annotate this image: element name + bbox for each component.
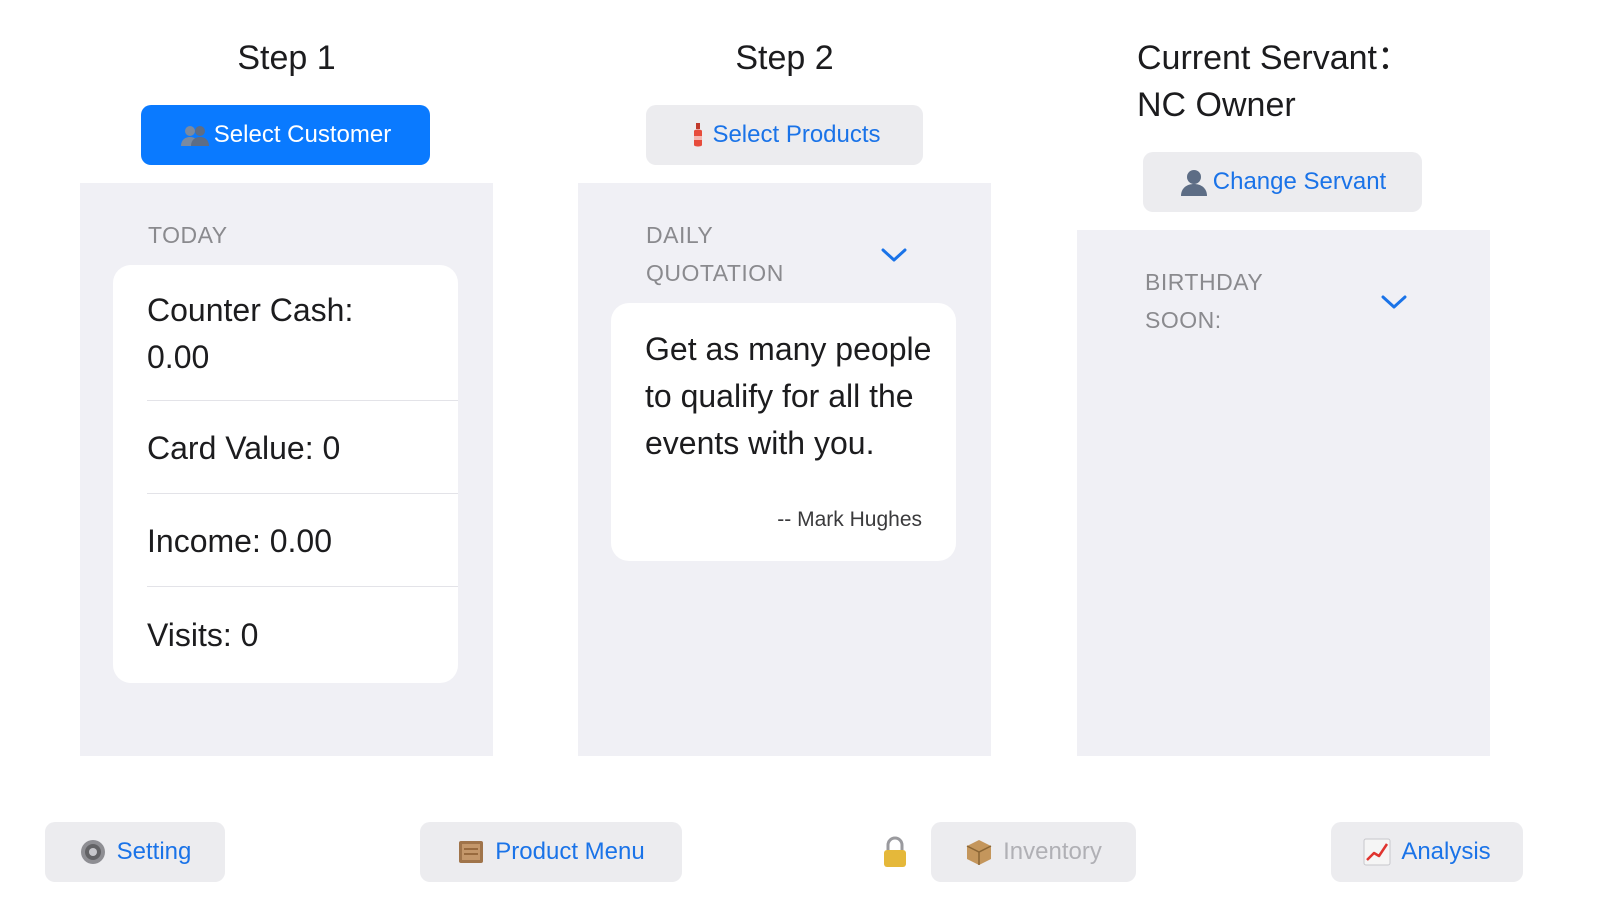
today-card: Counter Cash: 0.00 Card Value: 0 Income:…	[113, 265, 458, 683]
birthday-soon-label: BIRTHDAY SOON:	[1145, 269, 1263, 333]
product-menu-button[interactable]: Product Menu	[420, 822, 682, 882]
people-icon	[180, 123, 210, 147]
select-products-label: Select Products	[712, 121, 881, 148]
card-value-row: Card Value: 0	[147, 430, 341, 466]
divider	[147, 400, 458, 401]
step1-column: Step 1 Select Customer TODAY Counter Cas…	[80, 0, 493, 760]
bottle-icon	[688, 122, 708, 148]
step1-title: Step 1	[237, 39, 336, 77]
change-servant-label: Change Servant	[1212, 168, 1387, 195]
today-panel: TODAY Counter Cash: 0.00 Card Value: 0 I…	[80, 183, 493, 756]
counter-cash-row: Counter Cash: 0.00	[147, 292, 354, 375]
income-row: Income: 0.00	[147, 523, 332, 559]
select-products-button[interactable]: Select Products	[646, 105, 923, 165]
setting-label: Setting	[116, 838, 192, 865]
setting-button[interactable]: Setting	[45, 822, 225, 882]
change-servant-button[interactable]: Change Servant	[1143, 152, 1422, 212]
inventory-button[interactable]: Inventory	[931, 822, 1136, 882]
servant-column: Current Servant：NC Owner Change Servant …	[1077, 0, 1490, 760]
select-customer-button[interactable]: Select Customer	[141, 105, 430, 165]
step2-column: Step 2 Select Products DAILY QUOTATION G…	[578, 0, 991, 760]
analysis-label: Analysis	[1401, 838, 1491, 865]
person-icon	[1179, 167, 1209, 197]
select-customer-label: Select Customer	[213, 121, 392, 148]
chevron-down-icon[interactable]	[1380, 292, 1408, 312]
daily-quotation-label: DAILY QUOTATION	[646, 222, 784, 286]
inventory-label: Inventory	[1003, 838, 1102, 865]
current-servant-title: Current Servant：NC Owner	[1137, 39, 1411, 124]
quote-author: -- Mark Hughes	[777, 508, 922, 531]
quote-card: Get as many people to qualify for all th…	[611, 303, 956, 561]
birthday-panel: BIRTHDAY SOON:	[1077, 230, 1490, 756]
analysis-button[interactable]: Analysis	[1331, 822, 1523, 882]
step2-title: Step 2	[735, 39, 834, 77]
chart-icon	[1363, 838, 1391, 866]
divider	[147, 586, 458, 587]
product-menu-label: Product Menu	[495, 838, 645, 865]
today-label: TODAY	[148, 222, 228, 248]
menu-board-icon	[457, 838, 485, 866]
chevron-down-icon[interactable]	[880, 245, 908, 265]
visits-row: Visits: 0	[147, 617, 259, 653]
package-icon	[965, 838, 993, 866]
gear-icon	[79, 838, 107, 866]
home-screen: Step 1 Select Customer TODAY Counter Cas…	[0, 0, 1599, 900]
lock-icon	[880, 835, 910, 869]
quotation-panel: DAILY QUOTATION Get as many people to qu…	[578, 183, 991, 756]
quote-text: Get as many people to qualify for all th…	[645, 331, 932, 461]
divider	[147, 493, 458, 494]
